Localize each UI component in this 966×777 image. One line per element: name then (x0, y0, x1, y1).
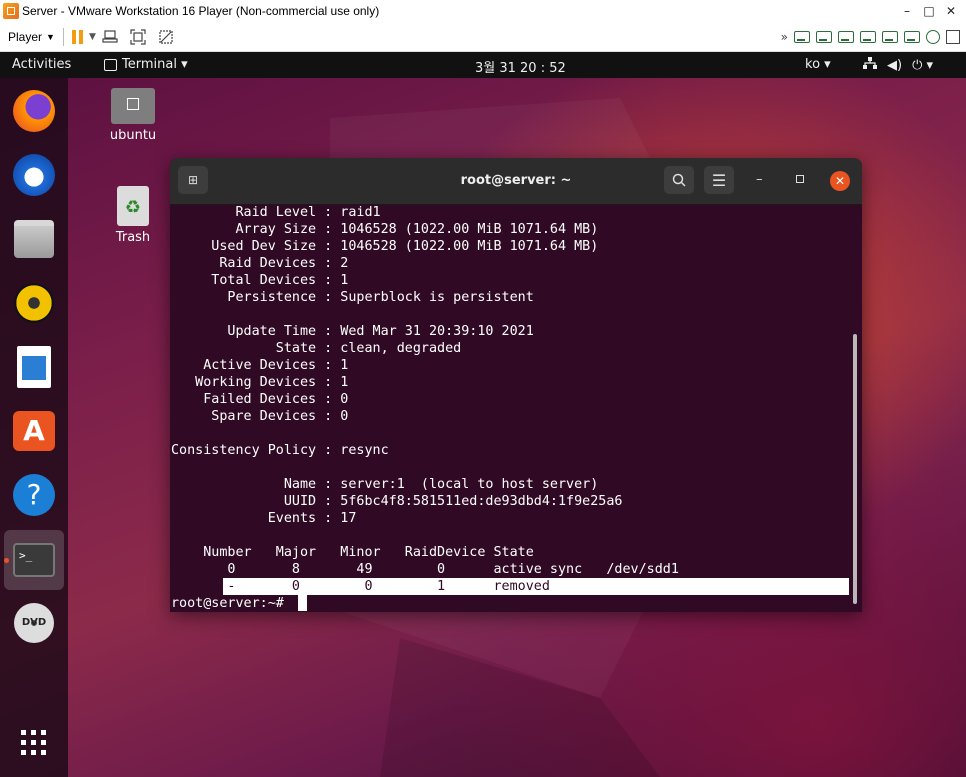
terminal-line: 0 8 49 0 active sync /dev/sdd1 (171, 562, 679, 577)
dock: A ? >_ DVD (0, 78, 68, 777)
running-indicator (4, 558, 9, 563)
clock[interactable]: 3월 31 20 : 52 (475, 57, 566, 76)
search-icon (672, 173, 686, 187)
terminal-headerbar[interactable]: ⊞ root@server: ~ ☰ – ✕ (170, 158, 862, 205)
unity-mode-icon[interactable] (156, 29, 176, 45)
hard-disk-icon[interactable] (794, 30, 810, 43)
home-folder-shortcut[interactable]: ubuntu (98, 88, 168, 143)
terminal-output[interactable]: Raid Level : raid1 Array Size : 1046528 … (170, 204, 862, 612)
maximize-terminal-button[interactable] (796, 175, 804, 183)
hard-disk-icon[interactable] (904, 30, 920, 43)
terminal-line: Raid Level : raid1 (171, 205, 381, 220)
terminal-dock-icon[interactable]: >_ (4, 530, 64, 590)
input-method-indicator[interactable]: ko ▾ (805, 57, 831, 72)
hard-disk-icon[interactable] (816, 30, 832, 43)
close-window-button[interactable]: ✕ (940, 4, 962, 18)
hamburger-icon: ☰ (711, 170, 727, 190)
minimize-button[interactable]: – (896, 4, 918, 18)
network-adapter-icon[interactable] (946, 29, 960, 44)
network-icon (863, 57, 877, 73)
selected-terminal-line: - 0 0 1 removed (223, 578, 849, 595)
terminal-line: - 0 0 1 removed (171, 579, 550, 594)
desktop: A ? >_ DVD ubuntu ♻ Trash ⊞ root@server:… (0, 78, 966, 777)
terminal-line: Spare Devices : 0 (171, 409, 349, 424)
hard-disk-icon[interactable] (882, 30, 898, 43)
help-icon[interactable]: ? (9, 470, 59, 520)
terminal-line: Persistence : Superblock is persistent (171, 290, 534, 305)
close-terminal-button[interactable]: ✕ (830, 171, 850, 191)
vmware-toolbar: Player ▼ ▼ » (0, 22, 966, 52)
terminal-line: Working Devices : 1 (171, 375, 349, 390)
vmware-logo-icon (3, 3, 19, 19)
window-title: Server - VMware Workstation 16 Player (N… (22, 4, 380, 18)
activities-button[interactable]: Activities (12, 57, 71, 72)
libreoffice-writer-icon[interactable] (9, 342, 59, 392)
system-menu[interactable]: ◀) ⏻ ▾ (863, 57, 933, 73)
cd-dvd-icon[interactable] (926, 29, 940, 44)
hard-disk-icon[interactable] (838, 30, 854, 43)
toolbar-divider (62, 27, 64, 46)
dvd-icon[interactable]: DVD (9, 598, 59, 648)
volume-icon: ◀) (887, 57, 903, 73)
files-icon[interactable] (9, 214, 59, 264)
more-devices-icon[interactable]: » (781, 30, 788, 44)
software-center-icon[interactable]: A (9, 406, 59, 456)
home-folder-label: ubuntu (109, 128, 157, 143)
search-button[interactable] (664, 166, 694, 194)
terminal-line: Raid Devices : 2 (171, 256, 349, 271)
hard-disk-icon[interactable] (860, 30, 876, 43)
terminal-line: Used Dev Size : 1046528 (1022.00 MiB 107… (171, 239, 599, 254)
trash-icon: ♻ (117, 186, 149, 226)
terminal-line: Number Major Minor RaidDevice State (171, 545, 534, 560)
terminal-line: Array Size : 1046528 (1022.00 MiB 1071.6… (171, 222, 599, 237)
pause-icon[interactable] (71, 29, 83, 44)
terminal-line: State : clean, degraded (171, 341, 462, 356)
app-menu-label: Terminal ▾ (122, 57, 188, 72)
terminal-line: Total Devices : 1 (171, 273, 349, 288)
power-icon: ⏻ ▾ (912, 57, 934, 73)
minimize-terminal-button[interactable]: – (756, 172, 763, 187)
terminal-line: UUID : 5f6bc4f8:581511ed:de93dbd4:1f9e25… (171, 494, 623, 509)
terminal-small-icon (104, 58, 117, 71)
terminal-window[interactable]: ⊞ root@server: ~ ☰ – ✕ Raid Level : raid… (170, 158, 862, 612)
terminal-line: Update Time : Wed Mar 31 20:39:10 2021 (171, 324, 534, 339)
vmware-titlebar: Server - VMware Workstation 16 Player (N… (0, 0, 966, 22)
device-status-icons: » (781, 29, 960, 44)
gnome-top-bar: Activities Terminal ▾ 3월 31 20 : 52 ko ▾… (0, 52, 966, 78)
terminal-line: Name : server:1 (local to host server) (171, 477, 599, 492)
show-applications-icon[interactable] (9, 718, 59, 768)
rhythmbox-icon[interactable] (9, 278, 59, 328)
maximize-button[interactable]: □ (918, 4, 940, 18)
terminal-cursor (298, 595, 307, 611)
trash-shortcut[interactable]: ♻ Trash (98, 186, 168, 245)
thunderbird-icon[interactable] (9, 150, 59, 200)
full-screen-icon[interactable] (128, 28, 148, 45)
terminal-line: Events : 17 (171, 511, 357, 526)
trash-label: Trash (115, 230, 151, 245)
terminal-line: Active Devices : 1 (171, 358, 349, 373)
send-ctrl-alt-del-icon[interactable] (100, 29, 120, 45)
terminal-line: Consistency Policy : resync (171, 443, 389, 458)
terminal-line: Failed Devices : 0 (171, 392, 349, 407)
menu-button[interactable]: ☰ (704, 166, 734, 194)
pause-dropdown-icon[interactable]: ▼ (89, 32, 96, 42)
terminal-prompt: root@server:~# (171, 596, 292, 611)
home-folder-icon (111, 88, 155, 124)
app-menu[interactable]: Terminal ▾ (104, 57, 188, 72)
chevron-down-icon: ▼ (46, 31, 55, 42)
firefox-icon[interactable] (9, 86, 59, 136)
player-menu-label: Player (8, 29, 43, 44)
terminal-scrollbar[interactable] (853, 334, 857, 604)
player-menu[interactable]: Player ▼ (8, 30, 55, 44)
